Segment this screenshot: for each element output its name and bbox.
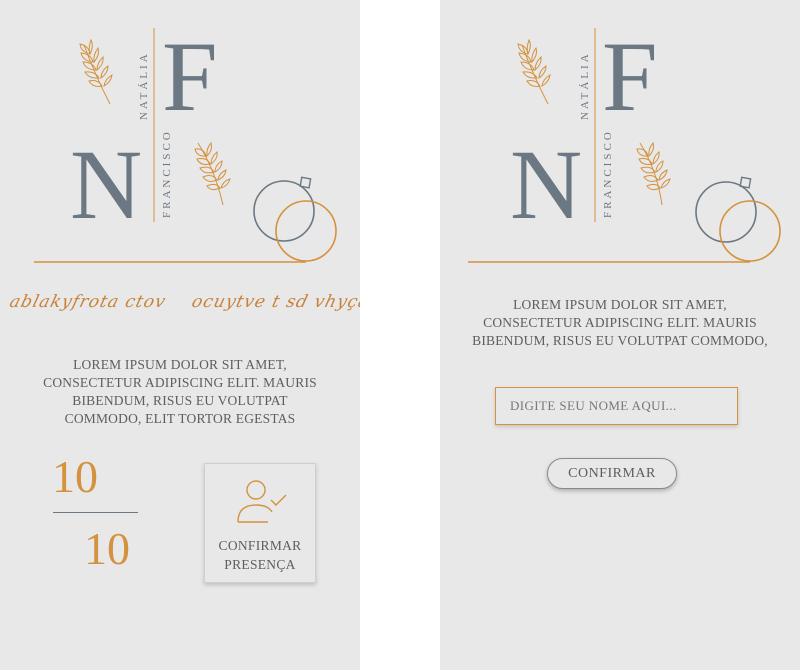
monogram-header: NATÁLIA FRANCISCO F N — [34, 21, 337, 263]
monogram-header: NATÁLIA FRANCISCO F N — [468, 21, 781, 263]
wedding-rings-icon — [695, 176, 781, 262]
invitation-screen: NATÁLIA FRANCISCO F N ablakyfrota ctov o… — [0, 0, 360, 670]
monogram-letter-bottom: N — [70, 129, 142, 240]
groom-name: NATÁLIA — [138, 51, 150, 120]
script-text-1: ablakyfrota ctov — [7, 292, 169, 312]
bride-name: FRANCISCO — [161, 129, 173, 218]
date-divider — [53, 512, 138, 513]
confirm-attendance-button[interactable]: CONFIRMAR PRESENÇA — [204, 463, 316, 583]
wheat-sprig-icon — [517, 38, 551, 105]
confirm-attendance-label: CONFIRMAR PRESENÇA — [218, 538, 302, 572]
date-day: 10 — [52, 451, 98, 502]
monogram-letter-top: F — [162, 21, 218, 132]
monogram-letter-bottom: N — [510, 129, 582, 240]
rsvp-body-text: Lorem ipsum dolor sit amet, consectetur … — [472, 297, 768, 348]
script-names: ablakyfrota ctov ocuytve t sd vhyçar — [0, 292, 360, 312]
date-month: 10 — [84, 523, 130, 574]
name-input[interactable] — [495, 387, 738, 425]
confirm-button[interactable]: CONFIRMAR — [547, 458, 677, 489]
monogram-letter-top: F — [602, 21, 658, 132]
wheat-sprig-icon — [636, 141, 671, 206]
wedding-rings-icon — [253, 176, 337, 262]
wheat-sprig-icon — [194, 141, 231, 206]
invitation-body-text: Lorem ipsum dolor sit amet, consectetur … — [43, 357, 317, 426]
bride-name: FRANCISCO — [602, 129, 614, 218]
rsvp-screen: NATÁLIA FRANCISCO F N Lorem ipsum dolor … — [440, 0, 800, 670]
wheat-sprig-icon — [79, 38, 113, 105]
script-text-2: ocuytve t sd vhyçar — [189, 292, 360, 312]
groom-name: NATÁLIA — [579, 51, 591, 120]
user-check-icon — [237, 480, 287, 523]
